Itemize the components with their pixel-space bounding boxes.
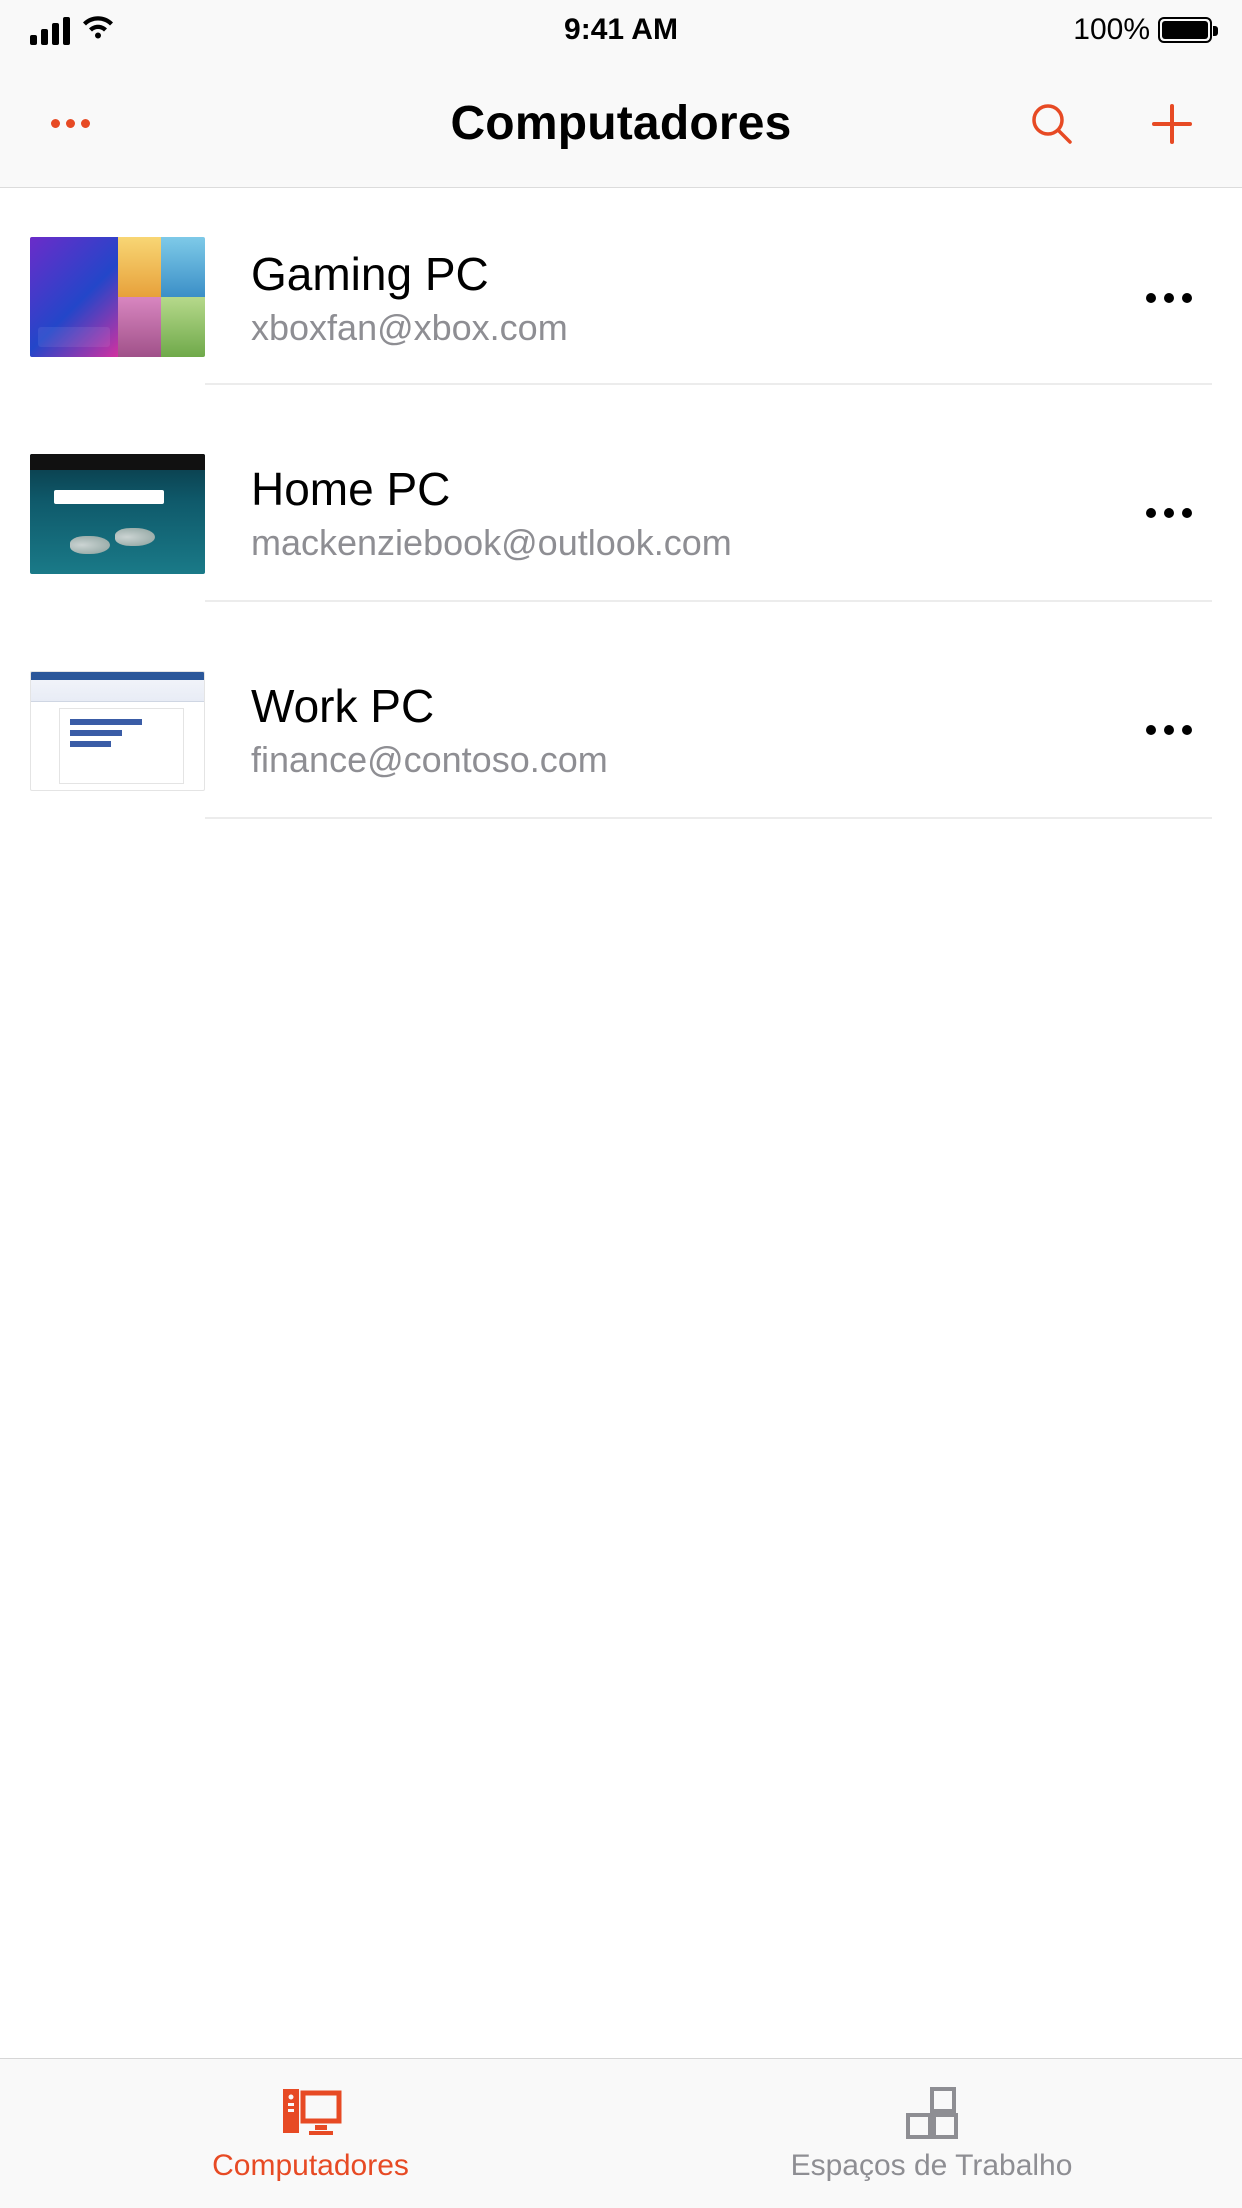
more-icon (1146, 293, 1156, 303)
signal-icon (30, 15, 70, 45)
search-icon (1028, 100, 1076, 148)
wifi-icon (80, 14, 116, 47)
page-title: Computadores (450, 96, 791, 151)
computer-list: Gaming PC xboxfan@xbox.com Home PC macke… (0, 188, 1242, 2058)
computer-icon (279, 2085, 343, 2139)
tab-bar: Computadores Espaços de Trabalho (0, 2058, 1242, 2208)
computer-account: finance@contoso.com (251, 739, 608, 781)
more-icon (1146, 508, 1156, 518)
status-left (30, 14, 116, 47)
nav-bar: Computadores (0, 60, 1242, 188)
computer-name: Gaming PC (251, 247, 568, 301)
more-icon (51, 119, 90, 128)
row-more-button[interactable] (1136, 705, 1202, 755)
computer-row[interactable]: Gaming PC xboxfan@xbox.com (0, 188, 1242, 405)
tab-label: Computadores (212, 2149, 409, 2183)
status-time: 9:41 AM (564, 13, 678, 47)
computer-row[interactable]: Work PC finance@contoso.com (0, 622, 1242, 839)
computer-account: mackenziebook@outlook.com (251, 522, 732, 564)
row-more-button[interactable] (1136, 488, 1202, 538)
computer-account: xboxfan@xbox.com (251, 307, 568, 349)
plus-icon (1148, 100, 1196, 148)
tab-workspaces[interactable]: Espaços de Trabalho (621, 2059, 1242, 2208)
computer-thumbnail (30, 237, 205, 357)
row-more-button[interactable] (1136, 273, 1202, 323)
computer-name: Work PC (251, 679, 608, 733)
computer-thumbnail (30, 671, 205, 791)
add-button[interactable] (1142, 94, 1202, 154)
tab-computers[interactable]: Computadores (0, 2059, 621, 2208)
tab-label: Espaços de Trabalho (791, 2149, 1073, 2183)
status-bar: 9:41 AM 100% (0, 0, 1242, 60)
computer-name: Home PC (251, 462, 732, 516)
battery-icon (1158, 17, 1212, 43)
battery-percent: 100% (1073, 13, 1150, 47)
computer-thumbnail (30, 454, 205, 574)
workspaces-icon (900, 2085, 964, 2139)
more-button[interactable] (40, 94, 100, 154)
search-button[interactable] (1022, 94, 1082, 154)
computer-row[interactable]: Home PC mackenziebook@outlook.com (0, 405, 1242, 622)
status-right: 100% (1073, 13, 1212, 47)
more-icon (1146, 725, 1156, 735)
